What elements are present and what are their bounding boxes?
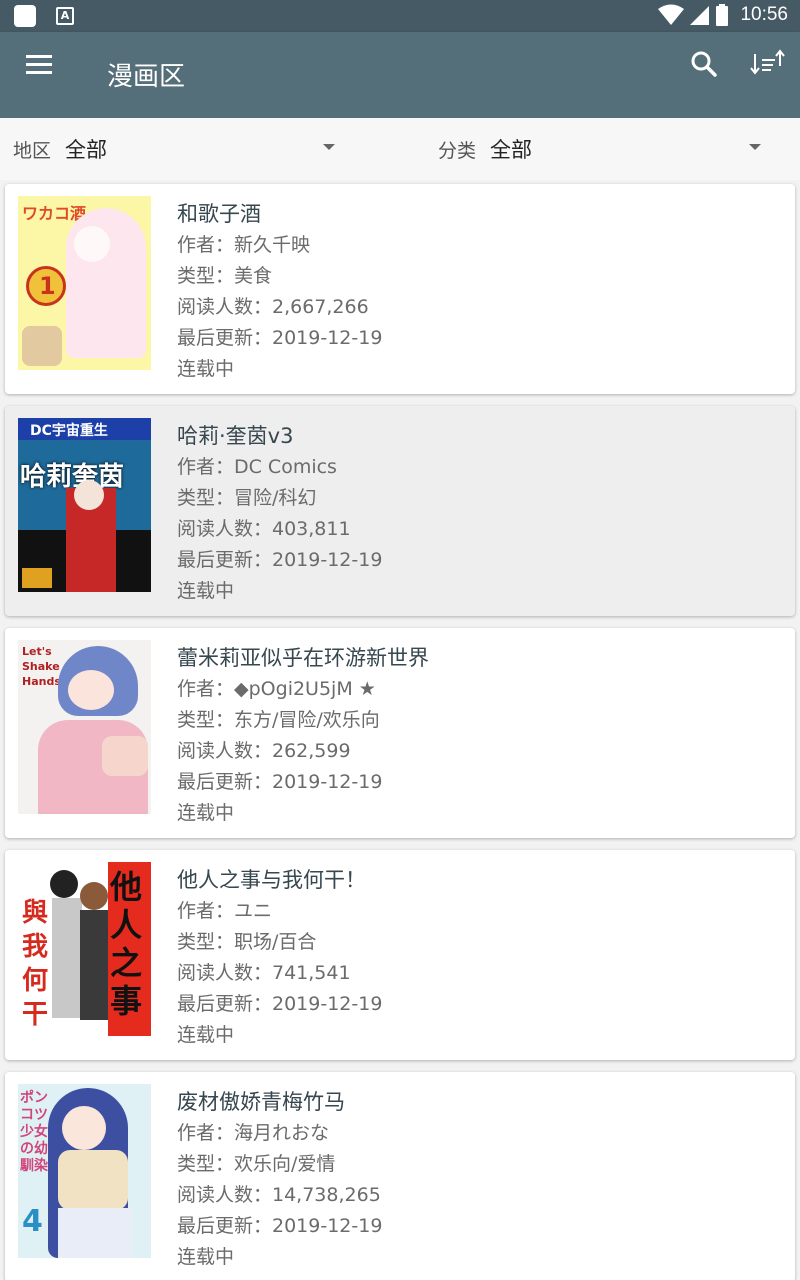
comic-status: 连载中 <box>177 358 235 380</box>
sort-button[interactable] <box>748 46 788 82</box>
filter-bar: 地区 全部 分类 全部 <box>0 118 800 180</box>
comic-card[interactable]: 他人之事 與我何干 他人之事与我何干！ 作者：ユニ 类型：职场/百合 阅读人数：… <box>5 850 795 1060</box>
comic-info: 蕾米莉亚似乎在环游新世界 作者：◆pOgi2U5jM ★ 类型：东方/冒险/欢乐… <box>177 642 429 829</box>
comic-cover: 他人之事 與我何干 <box>18 862 151 1036</box>
comic-status: 连载中 <box>177 802 235 824</box>
menu-icon-line <box>26 54 52 58</box>
comic-author: 作者：◆pOgi2U5jM ★ <box>177 678 376 700</box>
comic-cover: ポンコツ少女の幼馴染 4 <box>18 1084 151 1258</box>
comic-status: 连载中 <box>177 1246 235 1268</box>
comic-cover: Let's Shake Hands! <box>18 640 151 814</box>
dropdown-arrow-icon <box>323 144 335 150</box>
status-bar: A 10:56 <box>0 0 800 32</box>
status-time: 10:56 <box>740 4 788 25</box>
cover-art <box>58 1150 128 1210</box>
menu-icon-line <box>26 70 52 74</box>
comic-updated: 最后更新：2019-12-19 <box>177 549 383 571</box>
comic-readers: 阅读人数：262,599 <box>177 740 351 762</box>
comic-readers: 阅读人数：741,541 <box>177 962 351 984</box>
comic-card[interactable]: ワカコ酒 1 和歌子酒 作者：新久千映 类型：美食 阅读人数：2,667,266… <box>5 184 795 394</box>
comic-title: 他人之事与我何干！ <box>177 868 366 892</box>
comic-status: 连载中 <box>177 1024 235 1046</box>
battery-icon <box>716 4 729 26</box>
comic-updated: 最后更新：2019-12-19 <box>177 1215 383 1237</box>
cover-title-text: ポンコツ少女の幼馴染 <box>20 1090 48 1174</box>
menu-button[interactable] <box>18 48 58 80</box>
comic-card[interactable]: DC宇宙重生 哈莉奎茵 哈莉·奎茵v3 作者：DC Comics 类型：冒险/科… <box>5 406 795 616</box>
region-filter-label: 地区 <box>13 139 52 162</box>
page-title: 漫画区 <box>107 62 186 92</box>
menu-icon-line <box>26 62 52 66</box>
comic-info: 和歌子酒 作者：新久千映 类型：美食 阅读人数：2,667,266 最后更新：2… <box>177 198 382 385</box>
comic-author: 作者：新久千映 <box>177 234 311 256</box>
volume-number: 4 <box>22 1204 43 1239</box>
comic-status: 连载中 <box>177 580 235 602</box>
category-filter-label: 分类 <box>438 139 477 162</box>
comic-genre: 类型：冒险/科幻 <box>177 487 317 509</box>
region-filter-dropdown[interactable]: 地区 全部 <box>13 118 343 180</box>
cover-art <box>52 898 82 1018</box>
comic-info: 废材傲娇青梅竹马 作者：海月れおな 类型：欢乐向/爱情 阅读人数：14,738,… <box>177 1086 382 1273</box>
cover-art <box>74 480 104 510</box>
comic-title: 和歌子酒 <box>177 202 261 226</box>
comic-card[interactable]: ポンコツ少女の幼馴染 4 废材傲娇青梅竹马 作者：海月れおな 类型：欢乐向/爱情… <box>5 1072 795 1280</box>
cover-art <box>66 208 146 358</box>
comic-genre: 类型：欢乐向/爱情 <box>177 1153 336 1175</box>
comic-genre: 类型：美食 <box>177 265 273 287</box>
cover-art <box>22 326 62 366</box>
cover-art <box>74 226 110 262</box>
comic-info: 哈莉·奎茵v3 作者：DC Comics 类型：冒险/科幻 阅读人数：403,8… <box>177 420 382 607</box>
category-filter-value: 全部 <box>490 138 533 162</box>
comic-genre: 类型：东方/冒险/欢乐向 <box>177 709 380 731</box>
cover-art <box>50 870 78 898</box>
signal-icon <box>690 6 710 25</box>
cover-art <box>80 910 108 1020</box>
comic-cover: ワカコ酒 1 <box>18 196 151 370</box>
comic-author: 作者：DC Comics <box>177 456 337 478</box>
cover-banner-text: DC宇宙重生 <box>30 423 108 439</box>
comic-updated: 最后更新：2019-12-19 <box>177 993 383 1015</box>
notification-a-icon: A <box>56 7 74 25</box>
region-filter-value: 全部 <box>65 138 108 162</box>
cover-subtitle-text: 與我何干 <box>22 898 49 1030</box>
cover-art <box>58 1208 132 1258</box>
comic-title: 哈莉·奎茵v3 <box>177 424 294 448</box>
app-bar: 漫画区 <box>0 32 800 118</box>
comic-readers: 阅读人数：403,811 <box>177 518 351 540</box>
comic-author: 作者：海月れおな <box>177 1122 330 1144</box>
cover-art <box>22 568 52 588</box>
sort-icon <box>750 49 785 75</box>
comic-title: 蕾米莉亚似乎在环游新世界 <box>177 646 429 670</box>
cover-art <box>68 670 114 710</box>
comic-card[interactable]: Let's Shake Hands! 蕾米莉亚似乎在环游新世界 作者：◆pOgi… <box>5 628 795 838</box>
category-filter-dropdown[interactable]: 分类 全部 <box>438 118 768 180</box>
volume-number: 1 <box>39 272 56 300</box>
cover-art <box>80 882 108 910</box>
volume-badge: 1 <box>26 266 66 306</box>
comic-info: 他人之事与我何干！ 作者：ユニ 类型：职场/百合 阅读人数：741,541 最后… <box>177 864 382 1051</box>
cover-art <box>62 1106 106 1150</box>
comic-updated: 最后更新：2019-12-19 <box>177 327 383 349</box>
search-icon <box>691 51 717 77</box>
comic-author: 作者：ユニ <box>177 900 273 922</box>
comic-readers: 阅读人数：2,667,266 <box>177 296 369 318</box>
dropdown-arrow-icon <box>749 144 761 150</box>
cover-title-text: Let's Shake Hands! <box>22 645 66 688</box>
comic-updated: 最后更新：2019-12-19 <box>177 771 383 793</box>
comic-genre: 类型：职场/百合 <box>177 931 317 953</box>
comic-cover: DC宇宙重生 哈莉奎茵 <box>18 418 151 592</box>
cover-art <box>102 736 148 776</box>
comic-title: 废材傲娇青梅竹马 <box>177 1090 345 1114</box>
search-button[interactable] <box>686 46 722 82</box>
notification-app-icon <box>14 5 36 27</box>
wifi-icon <box>658 4 685 25</box>
cover-title-text: 他人之事 <box>110 868 143 1020</box>
comic-readers: 阅读人数：14,738,265 <box>177 1184 381 1206</box>
